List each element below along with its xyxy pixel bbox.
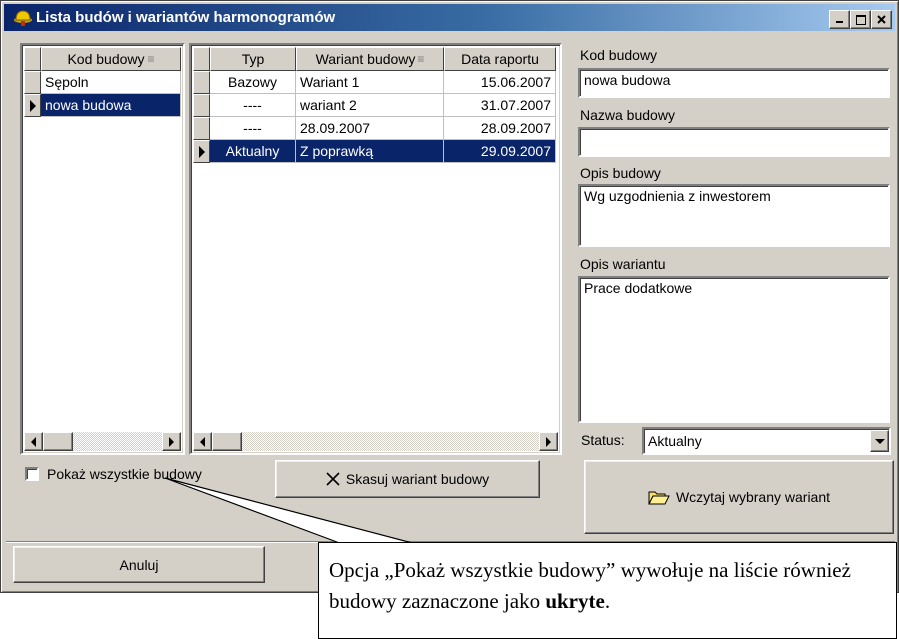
callout-emphasis: ukryte: [545, 589, 605, 613]
callout-note: Opcja „Pokaż wszystkie budowy” wywołuje …: [318, 542, 897, 639]
callout-text-end: .: [604, 589, 611, 613]
